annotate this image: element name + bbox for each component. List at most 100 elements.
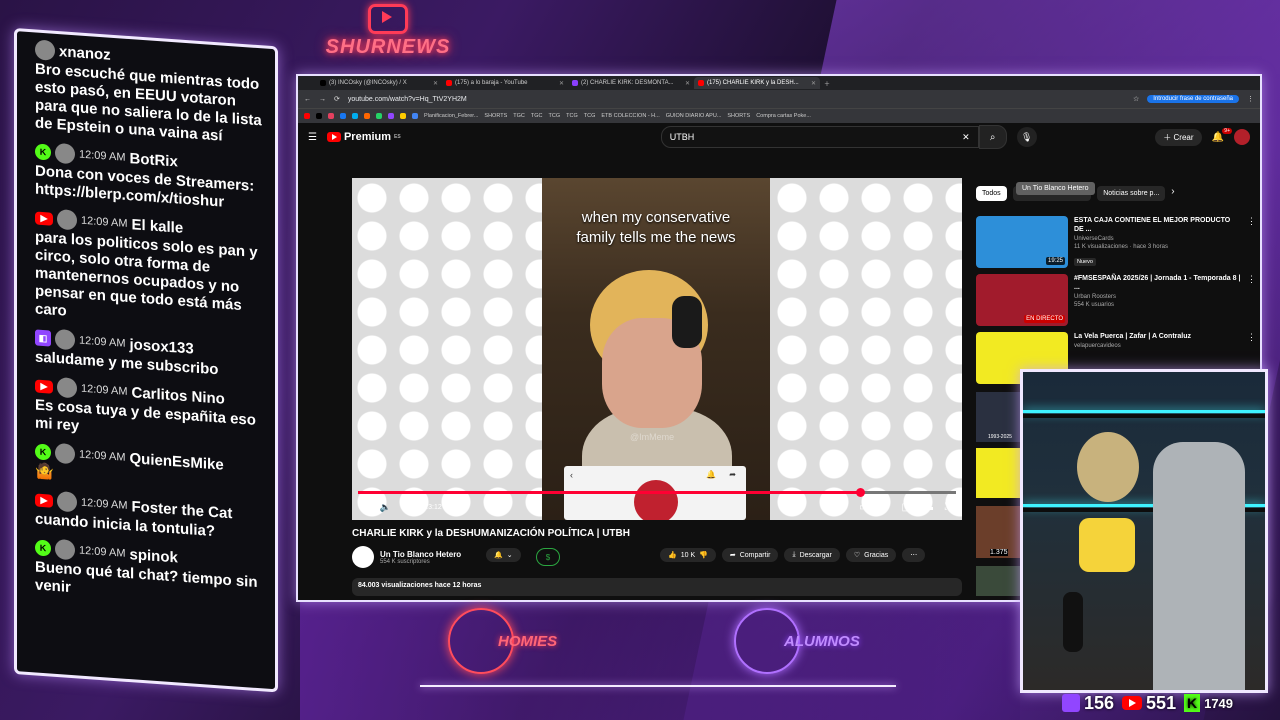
password-chip[interactable]: Introducir frase de contraseña [1147,95,1239,103]
bookmark-favicon[interactable] [376,113,382,119]
download-button[interactable]: ⤓ Descargar [784,548,840,562]
filter-chip[interactable]: Noticias sobre p... [1097,186,1166,201]
chat-message: ◧ 12:09 AM josox133 saludame y me subscribo [35,326,265,382]
recommendation-title[interactable]: ESTA CAJA CONTIENE EL MEJOR PRODUCTO DE … [1074,216,1241,234]
bookmark-favicon[interactable] [364,113,370,119]
alumnos-logo: ALUMNOS [734,608,860,674]
progress-bar[interactable] [358,488,956,497]
chat-avatar [55,538,75,561]
search-button[interactable]: ⌕ [978,125,1007,149]
create-button[interactable]: ＋ Crear [1155,128,1202,146]
tab-close-icon[interactable]: ✕ [811,80,816,87]
chat-avatar [55,442,75,465]
youtube-logo[interactable]: Premium ES [326,131,401,143]
side-thumbnail[interactable] [976,448,1020,498]
side-thumbnail[interactable] [976,566,1020,596]
like-button[interactable]: 👍 10 K 👎 [660,548,716,562]
bookmark-item[interactable]: Compra cartas Poke... [756,113,811,119]
chat-message: xnanoz Bro escuché que mientras todo esto… [35,38,265,148]
theater-icon[interactable]: ▬ [923,502,933,513]
account-avatar[interactable] [1234,129,1250,145]
recommendation-item[interactable]: 19:25 ESTA CAJA CONTIENE EL MEJOR PRODUCT… [976,216,1256,268]
fullscreen-icon[interactable]: ⛶ [945,502,952,513]
bookmark-favicon[interactable] [400,113,406,119]
subtitles-icon[interactable]: ▭ [859,502,868,513]
mic-button[interactable]: 🎙 [1016,127,1037,147]
youtube-viewers: 551 [1122,693,1176,714]
hamburger-icon[interactable]: ☰ [308,132,317,143]
new-tab-icon[interactable]: ＋ [824,79,830,88]
bookmark-favicon[interactable] [388,113,394,119]
bell-icon[interactable]: 🔔 9+ [1212,127,1232,143]
progress-handle[interactable] [856,488,866,497]
bookmark-favicon[interactable] [304,113,310,119]
autoplay-toggle-icon[interactable]: ⏺ [842,502,847,513]
bookmark-favicon[interactable] [328,113,334,119]
search-input[interactable]: UTBH ✕ [660,126,979,148]
browser-tab[interactable]: (175) a lo baraja - YouTube ✕ [442,77,568,89]
card-back-icon: ‹ [570,470,573,480]
tab-close-icon[interactable]: ✕ [433,80,438,87]
side-thumbnail[interactable]: 1.375 [976,506,1020,558]
bookmark-item[interactable]: TGC [531,113,543,119]
bookmark-favicon[interactable] [316,113,322,119]
clear-icon[interactable]: ✕ [962,132,970,143]
browser-tab[interactable]: (3) INCOsky (@INCOsky) / X ✕ [316,77,442,89]
address-bar: ← → ⟳ youtube.com/watch?v=Hq_TtV2YH2M ☆ … [298,90,1260,108]
bookmark-item[interactable]: TCG [584,113,596,119]
channel-name[interactable]: Un Tio Blanco Hetero [380,550,461,559]
bookmark-item[interactable]: TGC [513,113,525,119]
notification-count: 9+ [1222,127,1232,134]
recommendation-channel[interactable]: UniverseCards [1074,236,1241,242]
back-icon[interactable]: ← [304,96,311,103]
miniplayer-icon[interactable]: ◳ [902,502,911,513]
bookmark-item[interactable]: SHORTS [727,113,750,119]
bookmark-item[interactable]: ETB COLECCION - H... [601,113,659,119]
browser-tab[interactable]: (2) CHARLIE KIRK: DESMONTA... ✕ [568,77,694,89]
filter-chip[interactable]: Todos [976,186,1007,201]
url-field[interactable]: youtube.com/watch?v=Hq_TtV2YH2M [348,96,1125,103]
star-icon[interactable]: ☆ [1133,95,1139,103]
forward-icon[interactable]: → [319,96,326,103]
video-watermark: @ImMeme [630,432,675,442]
thumbs-down-icon[interactable]: 👎 [699,551,708,559]
channel-avatar[interactable] [352,546,374,568]
reload-icon[interactable]: ⟳ [334,95,340,103]
recommendation-channel[interactable]: velapuercavideos [1074,343,1191,349]
bookmark-favicon[interactable] [340,113,346,119]
description-box[interactable]: 84.003 visualizaciones hace 12 horas [352,578,962,596]
bookmark-item[interactable]: TCG [549,113,561,119]
thanks-button[interactable]: ♡ Gracias [845,548,897,562]
more-dots-icon[interactable]: ⋮ [1247,274,1256,326]
recommendation-title[interactable]: #FMSESPAÑA 2025/26 | Jornada 1 - Tempora… [1074,274,1241,292]
more-button[interactable]: ⋯ [902,548,926,562]
more-dots-icon[interactable]: ⋮ [1247,216,1256,268]
menu-dots-icon[interactable]: ⋮ [1247,95,1254,103]
bookmark-item[interactable]: TCG [566,113,578,119]
thanks-icon: ♡ [853,552,861,559]
bookmark-item[interactable]: SHORTS [484,113,507,119]
recommendation-thumbnail[interactable]: 19:25 [976,216,1068,268]
chevron-right-icon[interactable]: › [1171,186,1174,201]
tab-close-icon[interactable]: ✕ [685,80,690,87]
video-player[interactable]: when my conservative family tells me the… [352,178,962,520]
share-button[interactable]: ➦ Compartir [721,548,779,562]
bookmark-item[interactable]: GUION DIARIO APU... [666,113,722,119]
recommendation-title[interactable]: La Vela Puerca | Zafar | A Contraluz [1074,332,1191,341]
subscribed-bell-button[interactable]: 🔔 ⌄ [486,548,521,562]
thanks-money-button[interactable]: $ [536,548,560,566]
video-caption: when my conservative family tells me the… [576,209,736,246]
browser-tab[interactable]: (175) CHARLIE KIRK y la DESH... ✕ [694,77,820,89]
tab-close-icon[interactable]: ✕ [559,80,564,87]
bookmark-favicon[interactable] [352,113,358,119]
bookmark-item[interactable]: Planificacion_Febrer... [424,113,478,119]
volume-icon[interactable]: 🔈 [380,502,391,513]
settings-icon[interactable]: ⚙ [881,502,890,513]
search-icon: ⌕ [989,131,996,143]
recommendation-item[interactable]: EN DIRECTO #FMSESPAÑA 2025/26 | Jornada 1… [976,274,1256,326]
recommendation-thumbnail[interactable]: EN DIRECTO [976,274,1068,326]
recommendation-channel[interactable]: Urban Roosters [1074,294,1241,300]
bookmark-favicon[interactable] [412,113,418,119]
side-thumbnail[interactable]: 1993-2025 [976,392,1020,442]
play-icon[interactable]: ▶ [362,502,370,513]
